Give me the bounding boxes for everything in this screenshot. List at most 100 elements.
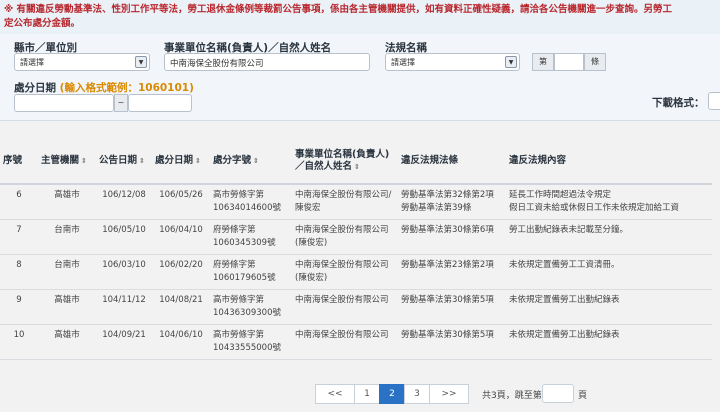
date-hint: (輸入格式範例：1060101) xyxy=(59,82,194,94)
col-penalty-date-label: 處分日期 xyxy=(155,154,194,166)
cell-authority: 高雄市 xyxy=(38,289,96,325)
notice-banner: ※ 有關違反勞動基準法、性別工作平等法，勞工退休金條例等裁罰公告事項，係由各主管… xyxy=(0,0,720,34)
sort-icon: ⇕ xyxy=(253,156,259,165)
col-company[interactable]: 事業單位名稱(負責人)／自然人姓名 ⇕ xyxy=(292,138,398,185)
cell-company: 中南海保全股份有限公司(陳俊宏) xyxy=(292,254,398,290)
cell-law: 勞動基準法第30條第6項 xyxy=(398,219,506,255)
col-content-label: 違反法規內容 xyxy=(509,154,567,166)
cell-announce-date: 104/11/12 xyxy=(96,289,152,325)
cell-authority: 台南市 xyxy=(38,219,96,255)
download-format-select[interactable] xyxy=(708,92,720,110)
col-law-label: 違反法規法條 xyxy=(401,154,459,166)
cell-seq: 10 xyxy=(0,324,38,360)
city-select-value: 請選擇 xyxy=(20,58,44,67)
sort-icon: ⇕ xyxy=(139,156,145,165)
jump-suffix: 頁 xyxy=(578,391,588,401)
results-area: 序號 主管機關 ⇕ 公告日期 ⇕ 處分日期 ⇕ 處分字號 ⇕ 事業單位名稱(負責人)／自… xyxy=(0,121,720,412)
results-table: 序號 主管機關 ⇕ 公告日期 ⇕ 處分日期 ⇕ 處分字號 ⇕ 事業單位名稱(負責人)／自… xyxy=(0,138,712,360)
law-select[interactable]: 請選擇 ▼ xyxy=(385,53,520,71)
page-button-3[interactable]: 3 xyxy=(404,384,430,404)
col-doc-no[interactable]: 處分字號 ⇕ xyxy=(210,138,292,185)
cell-content: 未依規定置備勞工工資清冊。 xyxy=(506,254,712,290)
cell-seq: 9 xyxy=(0,289,38,325)
cell-company: 中南海保全股份有限公司(陳俊宏) xyxy=(292,219,398,255)
table-row: 7 台南市 106/05/10 106/04/10 府勞條字第1060345309號 中南… xyxy=(0,219,712,255)
cell-company: 中南海保全股份有限公司 xyxy=(292,324,398,360)
col-authority-label: 主管機關 xyxy=(41,154,80,166)
chevron-down-icon: ▼ xyxy=(135,56,147,68)
col-authority[interactable]: 主管機關 ⇕ xyxy=(38,138,96,185)
cell-company: 中南海保全股份有限公司 xyxy=(292,289,398,325)
page-button-2[interactable]: 2 xyxy=(379,384,405,404)
col-law: 違反法規法條 xyxy=(398,138,506,185)
cell-authority: 台南市 xyxy=(38,254,96,290)
table-row: 9 高雄市 104/11/12 104/08/21 高市勞條字第10436309300號… xyxy=(0,289,712,325)
article-input[interactable] xyxy=(554,53,584,71)
sort-icon: ⇕ xyxy=(81,156,87,165)
table-header-row: 序號 主管機關 ⇕ 公告日期 ⇕ 處分日期 ⇕ 處分字號 ⇕ 事業單位名稱(負責人)／自… xyxy=(0,138,712,185)
cell-doc-no: 府勞條字第1060179605號 xyxy=(210,254,292,290)
cell-seq: 7 xyxy=(0,219,38,255)
cell-announce-date: 104/09/21 xyxy=(96,324,152,360)
article-prefix: 第 xyxy=(532,53,554,71)
cell-seq: 8 xyxy=(0,254,38,290)
search-form: 縣市／單位別 請選擇 ▼ 事業單位名稱(負責人)／自然人姓名 中南海保全股份有限… xyxy=(0,34,720,120)
notice-line-2: 定公布處分金額。 xyxy=(4,18,81,29)
cell-content: 勞工出勤紀錄表未記載至分鐘。 xyxy=(506,219,712,255)
cell-law: 勞動基準法第23條第2項 xyxy=(398,254,506,290)
date-label-text: 處分日期 xyxy=(14,82,56,94)
cell-doc-no: 高市勞條字第10436309300號 xyxy=(210,289,292,325)
cell-doc-no: 高市勞條字第10433555000號 xyxy=(210,324,292,360)
cell-authority: 高雄市 xyxy=(38,184,96,220)
cell-law: 勞動基準法第32條第2項 勞動基準法第39條 xyxy=(398,184,506,220)
cell-company: 中南海保全股份有限公司/陳俊宏 xyxy=(292,184,398,220)
city-select[interactable]: 請選擇 ▼ xyxy=(14,53,150,71)
download-format-label: 下載格式： xyxy=(652,97,705,109)
cell-penalty-date: 106/04/10 xyxy=(152,219,210,255)
jump-to-page-input[interactable] xyxy=(542,384,574,403)
date-to-input[interactable] xyxy=(128,94,192,112)
date-label: 處分日期 (輸入格式範例：1060101) xyxy=(14,80,194,95)
cell-doc-no: 高市勞條字第10634014600號 xyxy=(210,184,292,220)
cell-penalty-date: 104/06/10 xyxy=(152,324,210,360)
next-page-button[interactable]: >> xyxy=(429,384,469,404)
pagination: << 1 2 3 >> xyxy=(315,384,469,404)
col-announce-date-label: 公告日期 xyxy=(99,154,138,166)
cell-announce-date: 106/05/10 xyxy=(96,219,152,255)
cell-penalty-date: 106/02/20 xyxy=(152,254,210,290)
cell-content: 未依規定置備勞工出勤紀錄表 xyxy=(506,324,712,360)
cell-announce-date: 106/12/08 xyxy=(96,184,152,220)
cell-penalty-date: 106/05/26 xyxy=(152,184,210,220)
table-row: 6 高雄市 106/12/08 106/05/26 高市勞條字第10634014600號… xyxy=(0,184,712,220)
cell-content: 未依規定置備勞工出勤紀錄表 xyxy=(506,289,712,325)
cell-law: 勞動基準法第30條第5項 xyxy=(398,289,506,325)
col-announce-date[interactable]: 公告日期 ⇕ xyxy=(96,138,152,185)
cell-doc-no: 府勞條字第1060345309號 xyxy=(210,219,292,255)
col-seq: 序號 xyxy=(0,138,38,185)
col-content: 違反法規內容 xyxy=(506,138,712,185)
date-from-input[interactable] xyxy=(14,94,114,112)
col-doc-no-label: 處分字號 xyxy=(213,154,252,166)
cell-content: 延長工作時間超過法令規定 假日工資未給或休假日工作未依規定加給工資 xyxy=(506,184,712,220)
article-suffix: 條 xyxy=(584,53,606,71)
cell-law: 勞動基準法第30條第5項 xyxy=(398,324,506,360)
cell-announce-date: 106/03/10 xyxy=(96,254,152,290)
notice-line-1: ※ 有關違反勞動基準法、性別工作平等法，勞工退休金條例等裁罰公告事項，係由各主管… xyxy=(4,4,673,15)
chevron-down-icon: ▼ xyxy=(505,56,517,68)
col-company-label: 事業單位名稱(負責人)／自然人姓名 xyxy=(295,148,390,172)
cell-penalty-date: 104/08/21 xyxy=(152,289,210,325)
page-button-1[interactable]: 1 xyxy=(354,384,380,404)
col-seq-label: 序號 xyxy=(3,154,23,166)
date-range-separator: ~ xyxy=(114,94,128,112)
prev-page-button[interactable]: << xyxy=(315,384,355,404)
law-select-value: 請選擇 xyxy=(391,58,415,67)
pagination-info: 共3頁，跳至第 xyxy=(482,391,542,401)
cell-authority: 高雄市 xyxy=(38,324,96,360)
sort-icon: ⇕ xyxy=(195,156,201,165)
company-input[interactable]: 中南海保全股份有限公司 xyxy=(164,53,370,71)
sort-icon: ⇕ xyxy=(354,162,360,171)
col-penalty-date[interactable]: 處分日期 ⇕ xyxy=(152,138,210,185)
cell-seq: 6 xyxy=(0,184,38,220)
table-row: 8 台南市 106/03/10 106/02/20 府勞條字第1060179605號 中南… xyxy=(0,254,712,290)
table-row: 10 高雄市 104/09/21 104/06/10 高市勞條字第10433555000… xyxy=(0,324,712,360)
